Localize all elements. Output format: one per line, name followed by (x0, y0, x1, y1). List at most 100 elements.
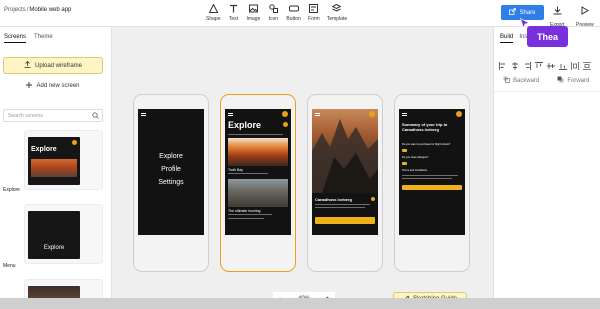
template-icon (331, 2, 343, 14)
breadcrumb-current[interactable]: Mobile web app (29, 7, 71, 13)
search-icon (92, 112, 99, 121)
confirm-button (402, 185, 462, 190)
tool-shape[interactable]: Shape (206, 2, 220, 22)
breadcrumb: Projects/Mobile web app (4, 7, 71, 13)
export-button[interactable]: Export (550, 2, 564, 28)
menu-item-explore: Explore (159, 153, 183, 160)
tool-image-label: Image (246, 16, 261, 22)
forward-label: Forward (567, 77, 590, 84)
collaborator-tag: Thea (527, 26, 568, 47)
explore-title: Explore (228, 120, 262, 130)
backward-icon (503, 76, 510, 85)
screen-menu: Explore Profile Settings (138, 109, 204, 235)
phone-frame-detail[interactable]: Canadhoss Iceberg (307, 94, 383, 272)
tool-button-label: Button (286, 16, 301, 22)
tool-text[interactable]: Text (227, 2, 239, 22)
toggle-q1 (402, 149, 407, 152)
card-meta-2 (228, 214, 272, 215)
phone-frame-summary[interactable]: Summary of your trip to Canadhoss Iceber… (394, 94, 470, 272)
layer-order: Backward Forward (499, 74, 593, 87)
add-new-screen-button[interactable]: Add new screen (3, 79, 103, 93)
summary-terms: Terms and Conditions (402, 169, 428, 172)
alignment-tools (499, 57, 591, 70)
screen-label-explore: Explore (3, 187, 20, 193)
align-left-icon[interactable] (499, 57, 507, 70)
card-image-1 (228, 138, 288, 166)
text-icon (227, 2, 239, 14)
search-placeholder: Search screens (8, 112, 43, 119)
thumb-explore-title: Explore (31, 146, 57, 153)
upload-wireframe-label: Upload wireframe (34, 62, 83, 69)
summary-q1: Do you want to purchase for flight ticke… (402, 143, 451, 146)
play-icon (580, 2, 590, 20)
menu-icon (141, 113, 146, 116)
tab-theme[interactable]: Theme (34, 34, 53, 43)
phone-frame-explore[interactable]: Explore Truth Bay The ultimate hushing (220, 94, 296, 272)
share-label: Share (519, 9, 536, 16)
detail-desc-1 (315, 204, 370, 205)
search-screens-input[interactable]: Search screens (3, 109, 103, 122)
panel-divider (494, 91, 600, 92)
favorite-dot (371, 197, 375, 201)
tool-template-label: Template (326, 16, 348, 22)
menu-list: Explore Profile Settings (138, 150, 204, 189)
share-icon (509, 8, 517, 17)
distribute-v-icon[interactable] (583, 57, 591, 70)
upload-wireframe-button[interactable]: Upload wireframe (3, 57, 103, 74)
card-meta-1 (228, 173, 268, 174)
tool-button[interactable]: Button (286, 2, 301, 22)
backward-label: Backward (513, 77, 540, 84)
preview-button[interactable]: Preview (576, 2, 594, 28)
bring-forward-button[interactable]: Forward (553, 74, 593, 87)
back-icon (315, 113, 320, 116)
tool-image[interactable]: Image (246, 2, 260, 22)
toggle-q2 (402, 162, 407, 165)
avatar (369, 111, 375, 117)
search-bar (228, 134, 283, 135)
breadcrumb-projects[interactable]: Projects (4, 7, 26, 13)
build-panel: Build Ins nt Backward Forward (493, 27, 600, 309)
terms-line-1 (402, 175, 458, 176)
detail-title: Canadhoss Iceberg (315, 197, 352, 202)
screens-panel: Screens Theme Upload wireframe Add new s… (0, 27, 112, 309)
add-new-screen-label: Add new screen (36, 83, 80, 89)
thumb-menu-preview: Explore (28, 211, 80, 259)
tab-screens[interactable]: Screens (4, 34, 27, 43)
align-center-h-icon[interactable] (511, 57, 519, 70)
bottom-strip (0, 298, 600, 309)
tool-text-label: Text (228, 16, 239, 22)
tool-template[interactable]: Template (327, 2, 347, 22)
screen-label-menu: Menu (3, 263, 16, 269)
design-canvas[interactable]: Explore Profile Settings Explore Truth B… (112, 27, 493, 309)
card-image-2 (228, 179, 288, 207)
tool-icon[interactable]: Icon (267, 2, 279, 22)
send-backward-button[interactable]: Backward (499, 74, 543, 87)
align-bottom-icon[interactable] (559, 57, 567, 70)
download-icon (553, 2, 562, 20)
tab-build[interactable]: Build (500, 34, 514, 43)
forward-icon (557, 76, 564, 85)
book-button (315, 217, 375, 224)
screen-detail: Canadhoss Iceberg (312, 109, 378, 235)
distribute-h-icon[interactable] (571, 57, 579, 70)
align-top-icon[interactable] (535, 57, 543, 68)
screen-explore: Explore Truth Bay The ultimate hushing (225, 109, 291, 235)
menu-item-settings: Settings (158, 179, 184, 186)
shape-icon (207, 2, 219, 14)
filter-dot (283, 122, 288, 127)
screen-thumb-explore[interactable]: Explore (24, 130, 103, 190)
align-center-v-icon[interactable] (547, 57, 555, 69)
phone-frame-menu[interactable]: Explore Profile Settings (133, 94, 209, 272)
avatar (282, 111, 288, 117)
tool-form[interactable]: Form (308, 2, 320, 22)
card-meta-3 (228, 218, 264, 219)
form-icon (308, 2, 320, 14)
hero-image (312, 109, 378, 193)
thumb-menu-title: Explore (43, 245, 65, 251)
thumb-explore-preview: Explore (28, 137, 80, 185)
align-right-icon[interactable] (523, 57, 531, 70)
left-tabs: Screens Theme (4, 34, 53, 43)
avatar (456, 111, 462, 117)
screen-thumb-menu[interactable]: Explore (24, 204, 103, 264)
menu-icon (402, 113, 407, 116)
